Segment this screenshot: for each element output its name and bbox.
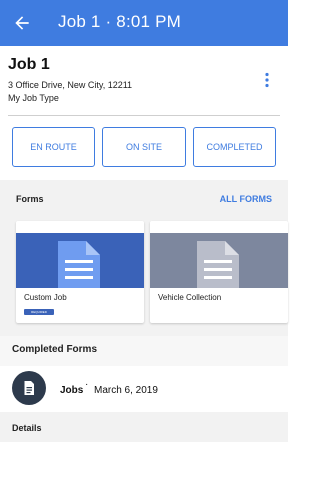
form-hero-image	[16, 233, 144, 288]
app-bar: Job 1 · 8:01 PM	[0, 0, 288, 46]
job-title: Job 1	[8, 56, 50, 73]
job-address: 3 Office Drive, New City, 12211	[8, 80, 133, 90]
more-vert-icon[interactable]	[262, 72, 272, 88]
completed-forms-heading: Completed Forms	[12, 344, 98, 355]
form-hero-image	[150, 233, 288, 288]
required-badge: REQUIRED	[24, 309, 54, 315]
completed-form-row[interactable]: Jobs · March 6, 2019	[0, 366, 288, 412]
en-route-button[interactable]: EN ROUTE	[12, 127, 95, 167]
form-name: Custom Job	[24, 293, 67, 302]
completed-button[interactable]: COMPLETED	[193, 127, 276, 167]
on-site-button[interactable]: ON SITE	[102, 127, 186, 167]
details-heading: Details	[12, 423, 42, 433]
form-card-vehicle-collection[interactable]: Vehicle Collection	[150, 221, 288, 323]
separator-dot: ·	[85, 379, 89, 390]
forms-heading: Forms	[16, 194, 44, 204]
job-header: Job 1 3 Office Drive, New City, 12211 My…	[0, 46, 288, 180]
details-header	[0, 412, 288, 442]
job-type: My Job Type	[8, 93, 59, 103]
form-card-custom-job[interactable]: Custom Job REQUIRED	[16, 221, 144, 323]
arrow-back-icon[interactable]	[12, 13, 32, 33]
completed-form-title: Jobs	[60, 385, 84, 396]
completed-form-date: March 6, 2019	[94, 385, 158, 396]
page-title: Job 1 · 8:01 PM	[58, 12, 182, 31]
form-name: Vehicle Collection	[158, 293, 222, 302]
divider	[8, 115, 280, 116]
all-forms-link[interactable]: ALL FORMS	[220, 194, 272, 204]
document-icon	[12, 371, 46, 405]
